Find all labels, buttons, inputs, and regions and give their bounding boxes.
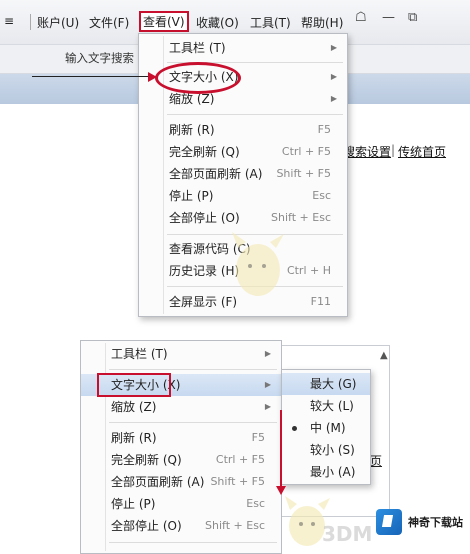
text-size-medium[interactable]: 中 (M): [282, 417, 370, 439]
menu-item-label: 刷新 (R): [169, 123, 215, 137]
page-link-partial[interactable]: 页: [370, 452, 382, 469]
menu-separator: [109, 369, 277, 370]
menu-item-label: 完全刷新 (Q): [169, 145, 240, 159]
menu-shortcut: F5: [317, 123, 331, 136]
menu-shortcut: F11: [310, 295, 331, 308]
watermark-3dm: 3DM: [322, 522, 373, 546]
menu-item-toolbar[interactable]: 工具栏 (T) ▶: [81, 343, 281, 365]
scroll-arrow-icon[interactable]: ▲: [380, 350, 388, 361]
menu-item-label: 工具栏 (T): [169, 41, 226, 55]
menu-item-label: 刷新 (R): [111, 431, 157, 445]
annotation-box: [97, 373, 171, 397]
menu-item-stop[interactable]: 停止 (P) Esc: [139, 185, 347, 207]
text-size-smaller[interactable]: 较小 (S): [282, 439, 370, 461]
menu-shortcut: Ctrl + F5: [281, 145, 331, 158]
menu-shortcut: Shift + Esc: [205, 519, 265, 532]
submenu-arrow-icon: ▶: [264, 380, 271, 389]
menu-item-stop[interactable]: 停止 (P) Esc: [81, 493, 281, 515]
menu-item-label: 全屏显示 (F): [169, 295, 238, 309]
menu-item-stop-all[interactable]: 全部停止 (O) Shift + Esc: [81, 515, 281, 537]
submenu-item-label: 最小 (A): [310, 465, 356, 479]
submenu-item-label: 最大 (G): [310, 377, 357, 391]
menu-tools[interactable]: 工具(T): [250, 14, 291, 31]
menu-item-label: 全部页面刷新 (A): [111, 475, 205, 489]
link-classic-home[interactable]: 传统首页: [398, 143, 446, 160]
annotation-circle: [155, 62, 241, 94]
menu-view[interactable]: 查看(V): [139, 11, 189, 32]
site-logo: 神奇下载站: [376, 507, 466, 537]
annotation-arrow-head: [148, 72, 157, 82]
menu-shortcut: Ctrl + F5: [215, 453, 265, 466]
skin-icon[interactable]: ☖: [355, 10, 367, 25]
menu-item-label: 全部页面刷新 (A): [169, 167, 263, 181]
site-logo-icon: [376, 509, 402, 535]
menu-item-refresh-all[interactable]: 全部页面刷新 (A) Shift + F5: [139, 163, 347, 185]
menu-item-label: 停止 (P): [169, 189, 214, 203]
menu-item-full-refresh[interactable]: 完全刷新 (Q) Ctrl + F5: [139, 141, 347, 163]
menu-item-zoom[interactable]: 缩放 (Z) ▶: [81, 396, 281, 418]
menu-shortcut: Ctrl + H: [286, 264, 331, 277]
menu-help[interactable]: 帮助(H): [301, 14, 343, 31]
submenu-item-label: 中 (M): [310, 421, 346, 435]
menu-item-refresh[interactable]: 刷新 (R) F5: [81, 427, 281, 449]
site-logo-text: 神奇下载站: [408, 516, 463, 529]
text-size-larger[interactable]: 较大 (L): [282, 395, 370, 417]
menu-shortcut: F5: [251, 431, 265, 444]
menu-file[interactable]: 文件(F): [89, 14, 129, 31]
menu-item-label: 全部停止 (O): [111, 519, 182, 533]
menu-shortcut: Shift + F5: [276, 167, 331, 180]
submenu-item-label: 较小 (S): [310, 443, 355, 457]
annotation-down-arrow-line: [280, 410, 282, 488]
link-divider: |: [391, 143, 396, 157]
menu-shortcut: Esc: [312, 189, 331, 202]
menu-item-label: 完全刷新 (Q): [111, 453, 182, 467]
minimize-icon[interactable]: —: [382, 10, 395, 25]
menu-favorites[interactable]: 收藏(O): [196, 14, 239, 31]
menu-item-label: 停止 (P): [111, 497, 156, 511]
menu-item-toolbar[interactable]: 工具栏 (T) ▶: [139, 37, 347, 59]
menubar-divider: [30, 14, 31, 30]
menu-shortcut: Shift + Esc: [271, 211, 331, 224]
menu-item-stop-all[interactable]: 全部停止 (O) Shift + Esc: [139, 207, 347, 229]
menu-item-refresh[interactable]: 刷新 (R) F5: [139, 119, 347, 141]
menu-shortcut: Shift + F5: [210, 475, 265, 488]
submenu-arrow-icon: ▶: [264, 402, 271, 411]
menu-shortcut: Esc: [246, 497, 265, 510]
annotation-arrow-line: [32, 76, 152, 77]
submenu-arrow-icon: ▶: [330, 94, 337, 103]
restore-icon[interactable]: ⧉: [408, 10, 417, 25]
menu-separator: [109, 422, 277, 423]
submenu-arrow-icon: ▶: [330, 43, 337, 52]
text-size-submenu: 最大 (G) 较大 (L) 中 (M) 较小 (S) 最小 (A): [281, 369, 371, 485]
submenu-arrow-icon: ▶: [330, 72, 337, 81]
menu-back-partial: ≡: [4, 14, 15, 28]
text-size-smallest[interactable]: 最小 (A): [282, 461, 370, 483]
menu-separator: [109, 542, 277, 543]
menu-separator: [167, 114, 343, 115]
menu-item-zoom[interactable]: 缩放 (Z) ▶: [139, 88, 347, 110]
text-size-largest[interactable]: 最大 (G): [282, 373, 370, 395]
mascot-image-top: [232, 232, 284, 296]
menu-item-label: 缩放 (Z): [111, 400, 157, 414]
menu-item-label: 工具栏 (T): [111, 347, 168, 361]
search-input[interactable]: 输入文字搜索: [65, 50, 134, 66]
selected-dot-icon: [292, 426, 297, 431]
menu-account[interactable]: 账户(U): [37, 14, 79, 31]
submenu-item-label: 较大 (L): [310, 399, 354, 413]
submenu-arrow-icon: ▶: [264, 349, 271, 358]
menu-item-full-refresh[interactable]: 完全刷新 (Q) Ctrl + F5: [81, 449, 281, 471]
link-search-settings[interactable]: 搜索设置: [343, 143, 391, 160]
menu-item-refresh-all[interactable]: 全部页面刷新 (A) Shift + F5: [81, 471, 281, 493]
menu-item-label: 全部停止 (O): [169, 211, 240, 225]
